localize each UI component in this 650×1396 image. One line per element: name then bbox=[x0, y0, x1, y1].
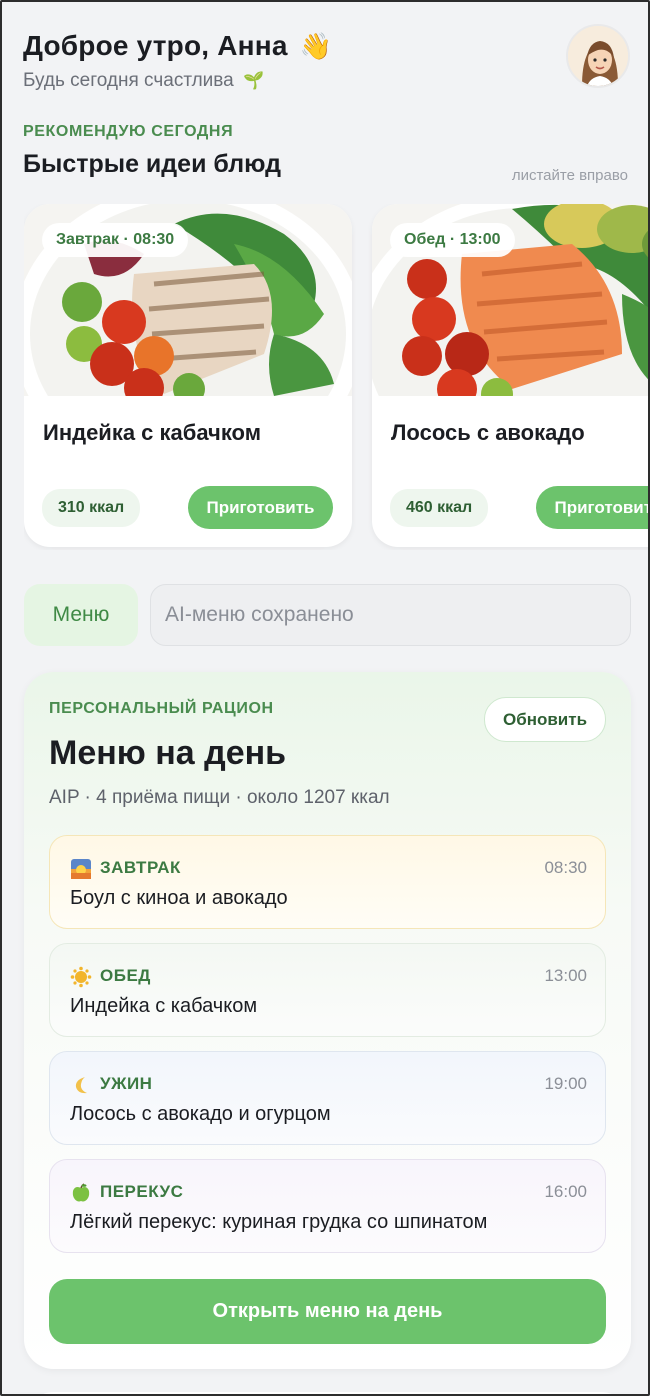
kcal-badge: 310 ккал bbox=[42, 489, 141, 527]
subtitle-text: Будь сегодня счастлива bbox=[23, 70, 234, 91]
greeting-heading: Доброе утро, Анна 👋 bbox=[23, 30, 332, 62]
menu-tab[interactable]: Меню bbox=[24, 584, 138, 646]
meal-item-lunch[interactable]: ОБЕД 13:00 Индейка с кабачком bbox=[49, 943, 606, 1037]
meal-item-dinner[interactable]: УЖИН 19:00 Лосось с авокадо и огурцом bbox=[49, 1051, 606, 1145]
meal-label: ОБЕД bbox=[100, 966, 151, 985]
meal-item-snack[interactable]: ПЕРЕКУС 16:00 Лёгкий перекус: куриная гр… bbox=[49, 1159, 606, 1253]
recommend-title: Быстрые идеи блюд bbox=[23, 150, 281, 178]
meal-time-chip: Завтрак · 08:30 bbox=[42, 223, 189, 257]
sprout-icon: 🌱 bbox=[243, 71, 265, 90]
greeting-subtitle: Будь сегодня счастлива 🌱 bbox=[23, 70, 264, 92]
sunrise-icon bbox=[71, 859, 91, 879]
meal-time: 08:30 bbox=[544, 858, 587, 877]
daily-menu-panel: ПЕРСОНАЛЬНЫЙ РАЦИОН Обновить Меню на ден… bbox=[24, 672, 631, 1369]
waving-hand-icon: 👋 bbox=[299, 31, 333, 61]
app-screen: Доброе утро, Анна 👋 Будь сегодня счастли… bbox=[0, 0, 650, 1396]
meal-name: Лосось с авокадо и огурцом bbox=[70, 1103, 331, 1125]
greeting-text: Доброе утро, Анна bbox=[23, 30, 288, 61]
meal-time: 19:00 bbox=[544, 1074, 587, 1093]
cook-button[interactable]: Приготовить bbox=[536, 486, 648, 529]
meal-title: Индейка с кабачком bbox=[43, 420, 261, 445]
ai-menu-input[interactable]: AI-меню сохранено bbox=[150, 584, 631, 646]
refresh-button[interactable]: Обновить bbox=[484, 697, 606, 742]
avatar[interactable] bbox=[566, 24, 630, 88]
user-avatar-icon bbox=[568, 26, 628, 86]
meal-idea-card[interactable]: Завтрак · 08:30 Индейка с кабачком 310 к… bbox=[24, 204, 352, 547]
daily-summary: AIP · 4 приёма пищи · около 1207 ккал bbox=[49, 787, 390, 808]
apple-icon bbox=[72, 1183, 90, 1202]
moon-icon bbox=[75, 1077, 87, 1094]
meal-label: ЗАВТРАК bbox=[100, 858, 181, 877]
sun-icon bbox=[70, 966, 92, 988]
daily-title: Меню на день bbox=[49, 734, 287, 772]
meal-label: ПЕРЕКУС bbox=[100, 1182, 184, 1201]
meal-label: УЖИН bbox=[100, 1074, 153, 1093]
meal-item-breakfast[interactable]: ЗАВТРАК 08:30 Боул с киноа и авокадо bbox=[49, 835, 606, 929]
meal-idea-card[interactable]: Обед · 13:00 Лосось с авокадо 460 ккал П… bbox=[372, 204, 648, 547]
scroll-hint: листайте вправо bbox=[511, 167, 628, 184]
meal-name: Индейка с кабачком bbox=[70, 995, 258, 1017]
meal-time-chip: Обед · 13:00 bbox=[390, 223, 515, 257]
meal-name: Боул с киноа и авокадо bbox=[70, 887, 288, 909]
meal-ideas-carousel[interactable]: Завтрак · 08:30 Индейка с кабачком 310 к… bbox=[24, 204, 648, 550]
open-daily-menu-button[interactable]: Открыть меню на день bbox=[49, 1279, 606, 1344]
kcal-badge: 460 ккал bbox=[390, 489, 489, 527]
meal-name: Лёгкий перекус: куриная грудка со шпинат… bbox=[70, 1211, 488, 1233]
cook-button[interactable]: Приготовить bbox=[188, 486, 333, 529]
meal-time: 16:00 bbox=[544, 1182, 587, 1201]
meal-time: 13:00 bbox=[544, 966, 587, 985]
recommend-eyebrow: РЕКОМЕНДУЮ СЕГОДНЯ bbox=[23, 123, 234, 140]
daily-eyebrow: ПЕРСОНАЛЬНЫЙ РАЦИОН bbox=[49, 700, 274, 717]
next-section-card bbox=[24, 1392, 631, 1394]
meal-title: Лосось с авокадо bbox=[391, 420, 585, 445]
